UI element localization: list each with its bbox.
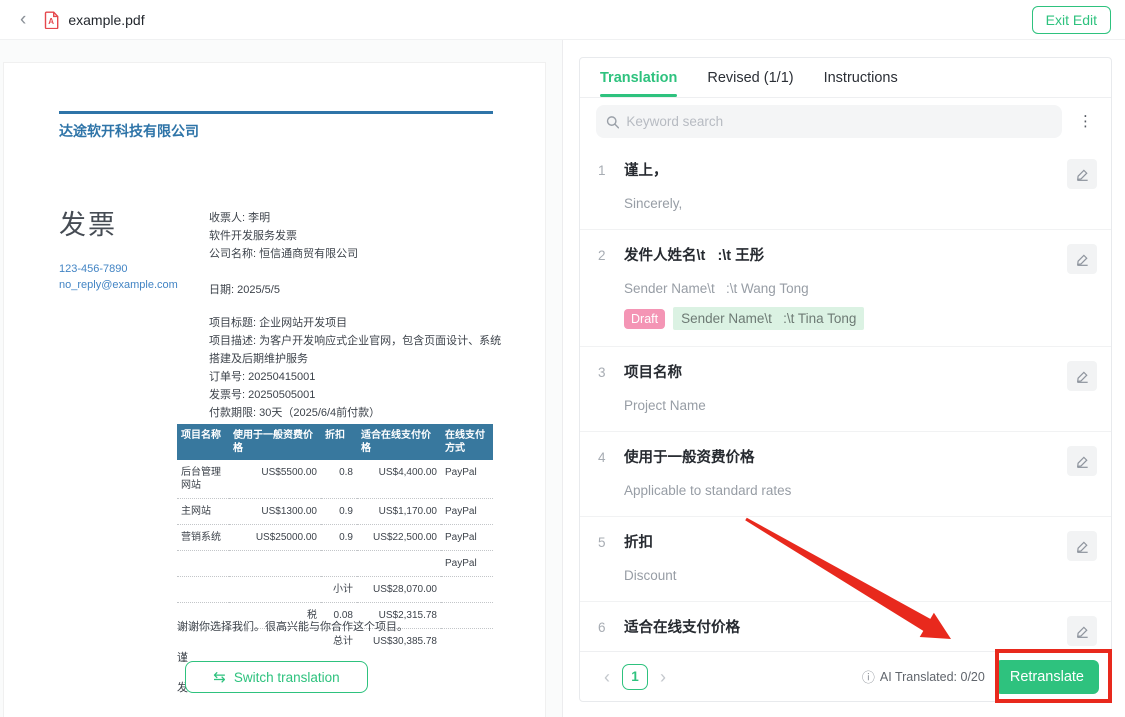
segment-item-5[interactable]: 5 折扣 Discount (580, 517, 1111, 602)
exit-edit-button[interactable]: Exit Edit (1032, 6, 1111, 34)
segment-item-6[interactable]: 6 适合在线支付价格 (580, 602, 1111, 651)
doc-subtitle: 软件开发服务发票 (209, 227, 509, 245)
draft-badge: Draft (624, 309, 665, 329)
segment-source: 使用于一般资费价格 (624, 448, 1059, 468)
pdf-page: 达途软开科技有限公司 发票 123-456-7890 no_reply@exam… (4, 63, 545, 717)
search-box[interactable] (596, 105, 1062, 138)
segment-translation: Discount (624, 567, 1059, 585)
segment-source: 适合在线支付价格 (624, 618, 1059, 638)
table-row: 营销系统 US$25000.00 0.9 US$22,500.00 PayPal (177, 525, 493, 551)
edit-pencil-icon (1075, 539, 1090, 554)
file-name: example.pdf (68, 12, 144, 28)
edit-button[interactable] (1067, 361, 1097, 391)
top-bar: ‹ A example.pdf Exit Edit (0, 0, 1125, 40)
table-row: 后台管理网站 US$5500.00 0.8 US$4,400.00 PayPal (177, 460, 493, 499)
pagination-page-1[interactable]: 1 (622, 664, 648, 690)
tab-revised[interactable]: Revised (1/1) (707, 58, 793, 97)
switch-translation-button[interactable]: ⇆ Switch translation (185, 661, 368, 693)
table-summary-row: 小计 US$28,070.00 (177, 577, 493, 603)
segment-source: 项目名称 (624, 363, 1059, 383)
doc-company-line: 公司名称: 恒信通商贸有限公司 (209, 245, 509, 263)
segment-source: 折扣 (624, 533, 1059, 553)
segment-item-2[interactable]: 2 发件人姓名\t :\t 王彤 Sender Name\t :\t Wang … (580, 230, 1111, 347)
pdf-file-icon: A (44, 11, 60, 29)
bottom-bar: ‹ 1 › ⓘ AI Translated: 0/20 Retranslate (580, 651, 1111, 701)
pagination-next-icon[interactable]: › (658, 668, 668, 686)
retranslate-button[interactable]: Retranslate (995, 660, 1099, 694)
table-row: 主网站 US$1300.00 0.9 US$1,170.00 PayPal (177, 499, 493, 525)
tab-bar: Translation Revised (1/1) Instructions (580, 58, 1111, 98)
doc-email: no_reply@example.com (59, 277, 178, 293)
invoice-table-header: 项目名称 使用于一般资费价格 折扣 适合在线支付价格 在线支付方式 (177, 424, 493, 460)
segment-list: 1 谨上， Sincerely, 2 发件人姓名 (580, 145, 1111, 651)
doc-project-desc: 项目描述: 为客户开发响应式企业官网，包含页面设计、系统搭建及后期维护服务 (209, 332, 509, 368)
doc-order-no: 订单号: 20250415001 (209, 368, 509, 386)
search-icon (606, 115, 619, 129)
segment-number: 5 (598, 533, 624, 585)
doc-invoice-no: 发票号: 20250505001 (209, 386, 509, 404)
doc-contact-block: 123-456-7890 no_reply@example.com (59, 261, 178, 293)
svg-text:A: A (49, 17, 55, 26)
segment-translation: Project Name (624, 397, 1059, 415)
edit-button[interactable] (1067, 531, 1097, 561)
edit-pencil-icon (1075, 454, 1090, 469)
switch-translation-label: Switch translation (234, 670, 340, 685)
segment-source: 发件人姓名\t :\t 王彤 (624, 246, 1059, 266)
doc-company-name: 达途软开科技有限公司 (59, 121, 199, 141)
edit-button[interactable] (1067, 616, 1097, 646)
ai-translated-label: AI Translated: 0/20 (880, 670, 985, 684)
segment-item-1[interactable]: 1 谨上， Sincerely, (580, 145, 1111, 230)
pdf-preview-pane: 达途软开科技有限公司 发票 123-456-7890 no_reply@exam… (0, 40, 562, 717)
edit-pencil-icon (1075, 369, 1090, 384)
segment-translation: Applicable to standard rates (624, 482, 1059, 500)
doc-thanks-line: 谢谢你选择我们。很高兴能与你合作这个项目。 (177, 618, 408, 634)
doc-project-title: 项目标题: 企业网站开发项目 (209, 314, 509, 332)
segment-number: 6 (598, 618, 624, 638)
ai-translated-status: ⓘ AI Translated: 0/20 (862, 667, 985, 686)
doc-date: 日期: 2025/5/5 (209, 281, 509, 299)
segment-item-4[interactable]: 4 使用于一般资费价格 Applicable to standard rates (580, 432, 1111, 517)
info-icon: ⓘ (862, 667, 875, 686)
segment-translation: Sincerely, (624, 195, 1059, 213)
doc-info-block: 收票人: 李明 软件开发服务发票 公司名称: 恒信通商贸有限公司 日期: 202… (209, 209, 509, 422)
search-row: ⋮ (580, 98, 1111, 145)
edit-button[interactable] (1067, 446, 1097, 476)
tab-instructions[interactable]: Instructions (824, 58, 898, 97)
segment-number: 1 (598, 161, 624, 213)
segment-number: 4 (598, 448, 624, 500)
edit-button[interactable] (1067, 244, 1097, 274)
segment-translation: Sender Name\t :\t Wang Tong (624, 280, 1059, 298)
translation-card: Translation Revised (1/1) Instructions ⋮… (579, 57, 1112, 702)
back-icon[interactable]: ‹ (14, 10, 32, 29)
kebab-menu-icon[interactable]: ⋮ (1070, 110, 1101, 133)
segment-number: 3 (598, 363, 624, 415)
switch-arrows-icon: ⇆ (213, 668, 226, 686)
table-row: PayPal (177, 551, 493, 577)
segment-number: 2 (598, 246, 624, 330)
edit-pencil-icon (1075, 252, 1090, 267)
edit-button[interactable] (1067, 159, 1097, 189)
segment-item-3[interactable]: 3 项目名称 Project Name (580, 347, 1111, 432)
edit-pencil-icon (1075, 167, 1090, 182)
doc-phone: 123-456-7890 (59, 261, 178, 277)
draft-translation: Sender Name\t :\t Tina Tong (673, 307, 864, 330)
doc-invoice-title: 发票 (59, 203, 117, 242)
translation-pane: Translation Revised (1/1) Instructions ⋮… (562, 40, 1125, 717)
app-root: ‹ A example.pdf Exit Edit 达途软开科技有限公司 发票 … (0, 0, 1125, 717)
edit-pencil-icon (1075, 624, 1090, 639)
doc-payment-terms: 付款期限: 30天（2025/6/4前付款） (209, 404, 509, 422)
doc-header-rule (59, 111, 493, 114)
doc-recipient: 收票人: 李明 (209, 209, 509, 227)
search-input[interactable] (626, 114, 1052, 129)
draft-row: Draft Sender Name\t :\t Tina Tong (624, 307, 1059, 330)
pagination-prev-icon[interactable]: ‹ (602, 668, 612, 686)
tab-translation[interactable]: Translation (600, 58, 677, 97)
segment-source: 谨上， (624, 161, 1059, 181)
